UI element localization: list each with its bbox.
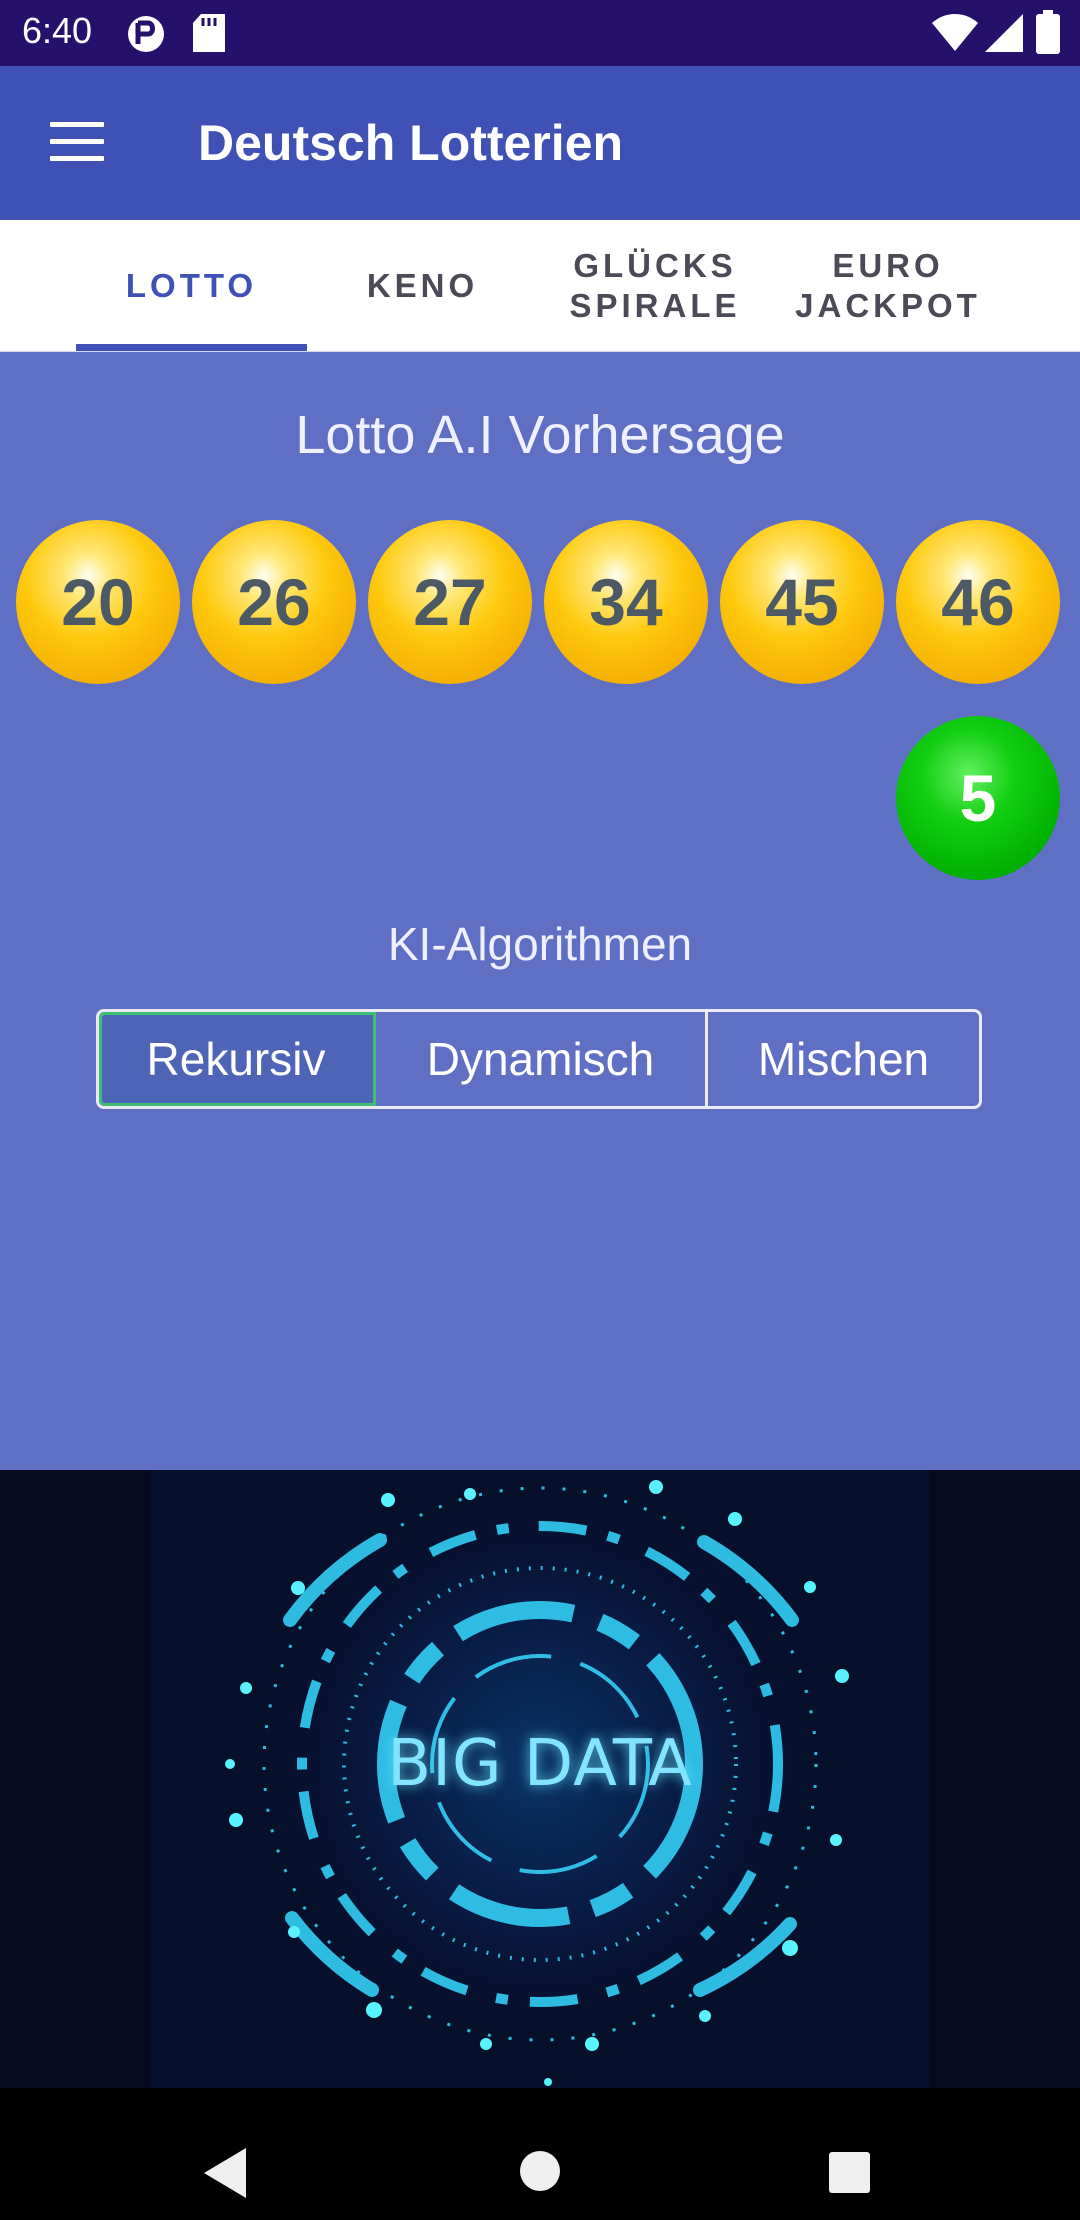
tab-gluecksspirale[interactable]: GLÜCKS SPIRALE bbox=[538, 220, 772, 352]
recent-apps-icon[interactable] bbox=[829, 2152, 870, 2193]
lotto-number-ball: 26 bbox=[192, 520, 356, 684]
lotto-number-ball: 20 bbox=[16, 520, 180, 684]
algorithm-option-rekursiv[interactable]: Rekursiv bbox=[99, 1012, 376, 1106]
lotto-number-ball: 45 bbox=[720, 520, 884, 684]
lottery-tabs: LOTTO KENO GLÜCKS SPIRALE EURO JACKPOT bbox=[0, 220, 1080, 352]
algorithm-option-dynamisch[interactable]: Dynamisch bbox=[376, 1012, 708, 1106]
algorithm-option-mischen[interactable]: Mischen bbox=[708, 1012, 979, 1106]
signal-icon bbox=[985, 14, 1023, 57]
lotto-number-ball: 46 bbox=[896, 520, 1060, 684]
status-bar: 6:40 bbox=[0, 0, 1080, 66]
tab-label: LOTTO bbox=[125, 267, 258, 304]
prediction-panel: Lotto A.I Vorhersage 20 26 27 34 45 46 5… bbox=[0, 352, 1080, 1470]
hamburger-menu-icon[interactable] bbox=[50, 122, 104, 164]
tab-label: EURO JACKPOT bbox=[795, 247, 981, 324]
tab-eurojackpot[interactable]: EURO JACKPOT bbox=[772, 220, 1004, 352]
bonus-number-ball: 5 bbox=[896, 716, 1060, 880]
vpn-key-icon bbox=[126, 14, 166, 59]
home-icon[interactable] bbox=[520, 2151, 560, 2191]
algorithm-selector: Rekursiv Dynamisch Mischen bbox=[96, 1009, 982, 1109]
tab-lotto[interactable]: LOTTO bbox=[76, 220, 307, 352]
lotto-screen: 6:40 Deutsch Lotterien LOTTO KENO GLÜCKS… bbox=[0, 0, 1080, 2220]
status-time: 6:40 bbox=[22, 10, 93, 51]
big-data-banner: BIG DATA bbox=[0, 1470, 1080, 2088]
big-data-label: BIG DATA bbox=[387, 1727, 693, 1801]
active-tab-indicator bbox=[76, 344, 307, 351]
tab-keno[interactable]: KENO bbox=[307, 220, 538, 352]
app-bar: Deutsch Lotterien bbox=[0, 66, 1080, 220]
sd-card-icon bbox=[193, 14, 225, 57]
algorithm-title: KI-Algorithmen bbox=[387, 918, 693, 970]
prediction-title: Lotto A.I Vorhersage bbox=[295, 405, 785, 465]
tab-label: KENO bbox=[366, 267, 479, 304]
back-icon[interactable] bbox=[204, 2148, 246, 2198]
battery-icon bbox=[1036, 10, 1060, 59]
wifi-icon bbox=[932, 14, 978, 57]
lotto-number-ball: 27 bbox=[368, 520, 532, 684]
tab-label: GLÜCKS SPIRALE bbox=[569, 247, 741, 324]
app-title: Deutsch Lotterien bbox=[198, 115, 624, 171]
lotto-number-ball: 34 bbox=[544, 520, 708, 684]
